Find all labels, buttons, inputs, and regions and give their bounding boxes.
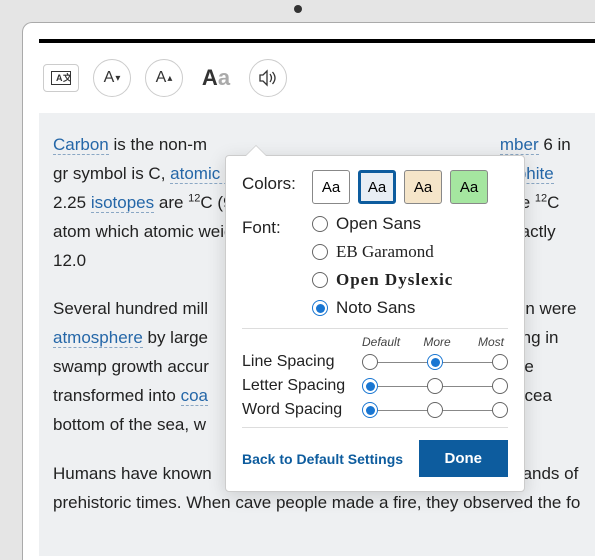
color-swatch-green[interactable]: Aa (450, 170, 488, 204)
spacing-row-word-spacing: Word Spacing (242, 401, 508, 419)
slider-stop[interactable] (362, 354, 378, 370)
link-number[interactable]: mber (500, 135, 539, 155)
font-option-open-sans[interactable]: Open Sans (312, 214, 453, 234)
slider-stop[interactable] (427, 378, 443, 394)
radio-icon (312, 272, 328, 288)
done-button[interactable]: Done (419, 440, 509, 477)
spacing-rows: Line Spacing Letter Spacing Word Spacing (242, 353, 508, 419)
slider-stop[interactable] (492, 402, 508, 418)
font-name: Open Dyslexic (336, 270, 453, 290)
svg-text:文: 文 (62, 72, 71, 83)
window-frame: A 文 A▾ A▴ Aa Carbon is the non-m (22, 22, 595, 560)
translate-icon: A 文 (51, 71, 71, 85)
slider-stop[interactable] (362, 402, 378, 418)
radio-icon (312, 216, 328, 232)
text-settings-button[interactable]: Aa (197, 59, 235, 97)
slider-stop[interactable] (427, 402, 443, 418)
font-name: Open Sans (336, 214, 421, 234)
font-name: Noto Sans (336, 298, 415, 318)
popover-footer: Back to Default Settings Done (242, 440, 508, 477)
reset-link[interactable]: Back to Default Settings (242, 451, 403, 467)
camera-dot (294, 5, 302, 13)
colors-label: Colors: (242, 170, 300, 194)
color-swatch-sepia[interactable]: Aa (404, 170, 442, 204)
link-atmosphere[interactable]: atmosphere (53, 328, 143, 348)
link-isotopes[interactable]: isotopes (91, 193, 154, 213)
font-label: Font: (242, 214, 300, 238)
spacing-row-letter-spacing: Letter Spacing (242, 377, 508, 395)
translate-button[interactable]: A 文 (43, 64, 79, 92)
font-option-eb-garamond[interactable]: EB Garamond (312, 242, 453, 262)
link-coal[interactable]: coa (181, 386, 208, 406)
spacing-row-line-spacing: Line Spacing (242, 353, 508, 371)
color-swatches: Aa Aa Aa Aa (312, 170, 488, 204)
spacing-slider[interactable] (362, 354, 508, 370)
toolbar: A 文 A▾ A▴ Aa (39, 55, 595, 113)
spacing-header-more: More (420, 335, 454, 349)
font-row: Font: Open Sans EB Garamond Open Dyslexic N… (242, 214, 508, 318)
svg-text:A: A (56, 73, 63, 83)
spacing-label: Line Spacing (242, 353, 362, 371)
font-option-open-dyslexic[interactable]: Open Dyslexic (312, 270, 453, 290)
popover-divider (242, 328, 508, 329)
speaker-icon (258, 69, 278, 87)
slider-stop[interactable] (492, 378, 508, 394)
radio-icon (312, 244, 328, 260)
slider-stop[interactable] (492, 354, 508, 370)
popover-divider-2 (242, 427, 508, 428)
spacing-label: Word Spacing (242, 401, 362, 419)
spacing-header-most: Most (474, 335, 508, 349)
spacing-headers: Default More Most (242, 335, 508, 349)
font-name: EB Garamond (336, 242, 434, 262)
font-option-noto-sans[interactable]: Noto Sans (312, 298, 453, 318)
top-divider (39, 39, 595, 43)
text-decrease-button[interactable]: A▾ (93, 59, 131, 97)
spacing-header-default: Default (362, 335, 400, 349)
color-swatch-white[interactable]: Aa (312, 170, 350, 204)
slider-stop[interactable] (427, 354, 443, 370)
font-options: Open Sans EB Garamond Open Dyslexic Noto Sa… (312, 214, 453, 318)
spacing-slider[interactable] (362, 378, 508, 394)
link-carbon[interactable]: Carbon (53, 135, 109, 155)
text-to-speech-button[interactable] (249, 59, 287, 97)
radio-icon (312, 300, 328, 316)
spacing-label: Letter Spacing (242, 377, 362, 395)
color-swatch-blue[interactable]: Aa (358, 170, 396, 204)
text-settings-popover: Colors: Aa Aa Aa Aa Font: Open Sans EB Ga… (225, 155, 525, 492)
colors-row: Colors: Aa Aa Aa Aa (242, 170, 508, 204)
text-increase-button[interactable]: A▴ (145, 59, 183, 97)
slider-stop[interactable] (362, 378, 378, 394)
spacing-slider[interactable] (362, 402, 508, 418)
